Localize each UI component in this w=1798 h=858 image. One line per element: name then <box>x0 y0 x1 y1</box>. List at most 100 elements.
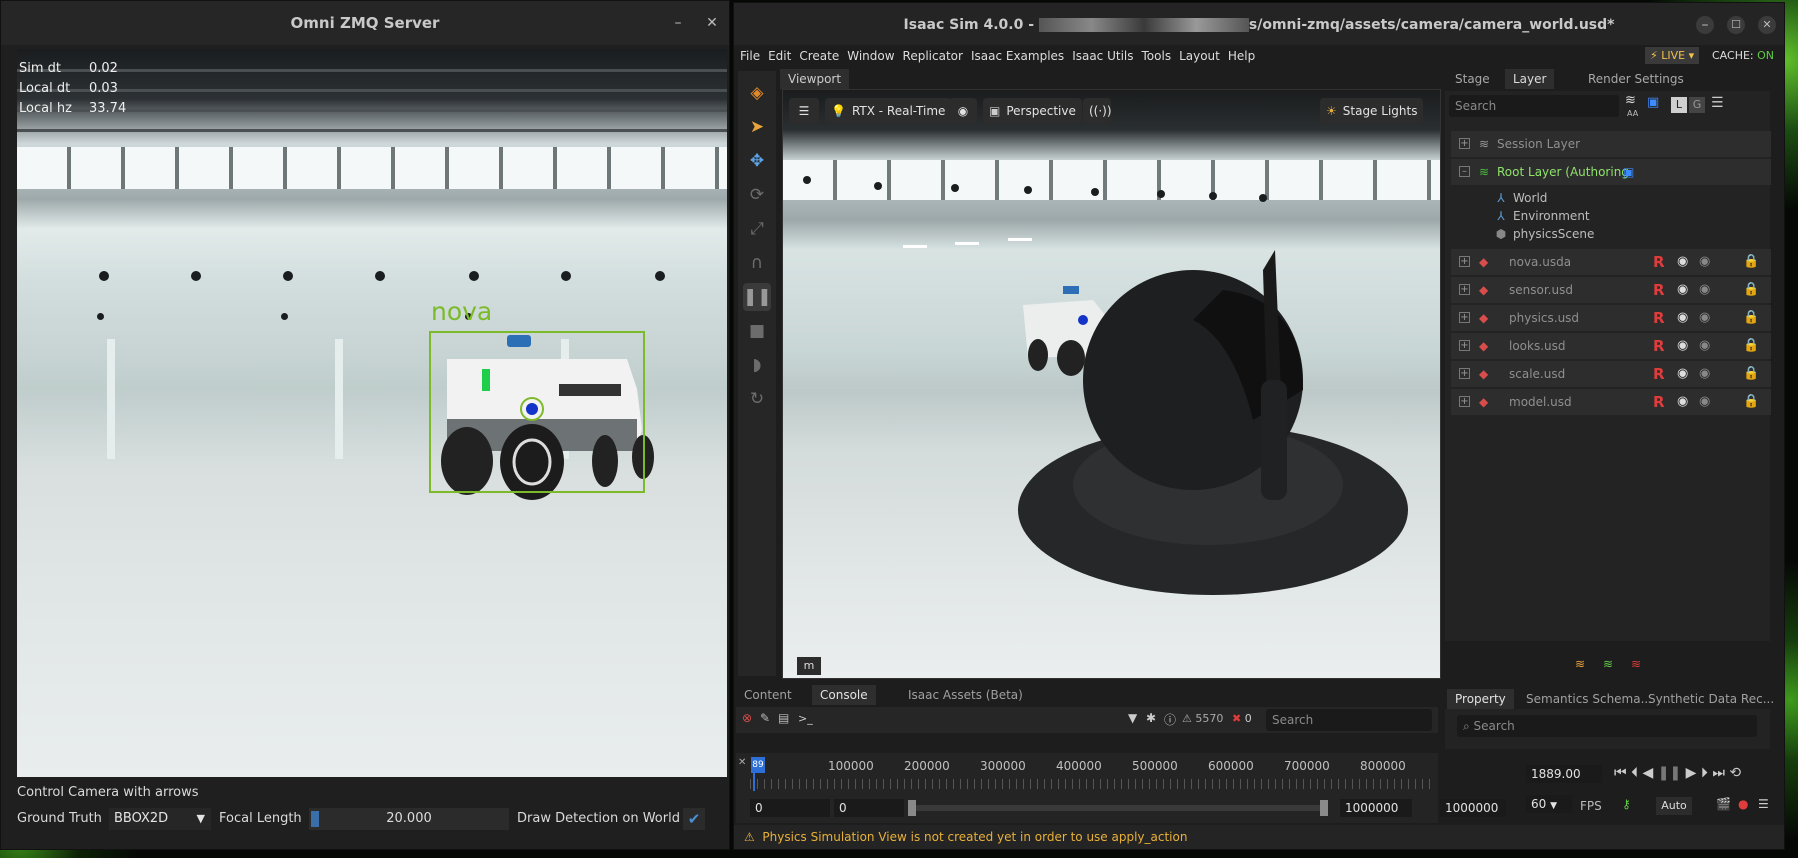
sublayer-row[interactable]: + ◆ model.usd R ◉ ◉ 🔒 <box>1451 389 1771 415</box>
next-frame-icon[interactable]: ▶ <box>1686 765 1697 781</box>
prev-frame-icon[interactable]: ◀ <box>1643 765 1654 781</box>
menu-file[interactable]: File <box>740 49 760 63</box>
eye-icon[interactable]: ◉ <box>1677 249 1688 275</box>
stop-icon[interactable]: ■ <box>743 317 771 345</box>
close-icon[interactable]: ✕ <box>738 757 746 768</box>
record-icon[interactable]: ● <box>1738 797 1748 811</box>
menu-layout[interactable]: Layout <box>1179 49 1220 63</box>
sublayer-row[interactable]: + ◆ physics.usd R ◉ ◉ 🔒 <box>1451 305 1771 331</box>
save-icon[interactable]: ▣ <box>1623 159 1634 185</box>
range-slider[interactable] <box>908 800 1328 816</box>
visibility-button[interactable]: ◉ <box>949 98 977 124</box>
lock-icon[interactable]: 🔒 <box>1743 389 1759 415</box>
auto-button[interactable]: Auto <box>1656 797 1692 815</box>
tab-isaac-assets[interactable]: Isaac Assets (Beta) <box>900 685 1031 705</box>
lock-icon[interactable]: 🔒 <box>1743 361 1759 387</box>
prev-key-icon[interactable]: ⏴ <box>1631 765 1638 781</box>
tab-viewport[interactable]: Viewport <box>780 69 850 89</box>
remove-layer-icon[interactable]: ≋ <box>1631 657 1641 671</box>
menu-isaac-utils[interactable]: Isaac Utils <box>1072 49 1133 63</box>
eye-icon[interactable]: ◉ <box>1699 277 1710 303</box>
menu-window[interactable]: Window <box>847 49 894 63</box>
first-frame-icon[interactable]: ⏮ <box>1614 765 1627 781</box>
eye-icon[interactable]: ◉ <box>1699 333 1710 359</box>
folder-icon[interactable]: ▤ <box>778 711 789 725</box>
create-layer-icon[interactable]: ≋ <box>1603 657 1613 671</box>
camera-feed[interactable]: nova <box>17 49 727 777</box>
range-start-inner-input[interactable]: 0 <box>834 799 904 817</box>
sublayer-row[interactable]: + ◆ sensor.usd R ◉ ◉ 🔒 <box>1451 277 1771 303</box>
console-search-input[interactable]: Search <box>1266 709 1432 731</box>
audio-icon[interactable]: ◗ <box>743 351 771 379</box>
filter-icon[interactable]: ▼ <box>1128 711 1137 725</box>
render-mode-button[interactable]: 💡 RTX - Real-Time <box>825 98 952 124</box>
pause-icon[interactable]: ❚❚ <box>743 283 772 311</box>
lock-icon[interactable]: 🔒 <box>1743 305 1759 331</box>
tree-item-environment[interactable]: ⅄ Environment <box>1493 207 1589 225</box>
eye-icon[interactable]: ◉ <box>1677 277 1688 303</box>
current-time-input[interactable]: 1889.00 <box>1526 765 1602 783</box>
minimize-button[interactable]: – <box>1696 16 1714 34</box>
camera-button[interactable]: ▣ Perspective <box>983 98 1082 124</box>
ground-truth-select[interactable]: BBOX2D ▼ <box>109 808 211 830</box>
key-icon[interactable]: ⚷ <box>1622 797 1631 811</box>
timeline-playhead[interactable]: 89 <box>751 757 765 773</box>
asterisk-icon[interactable]: ✱ <box>1146 711 1156 725</box>
sublayer-row[interactable]: + ◆ looks.usd R ◉ ◉ 🔒 <box>1451 333 1771 359</box>
clear-icon[interactable]: ⊗ <box>742 711 752 725</box>
tab-layer[interactable]: Layer <box>1505 69 1555 89</box>
draw-detection-checkbox[interactable]: ✔ <box>683 808 705 830</box>
lock-icon[interactable]: 🔒 <box>1743 333 1759 359</box>
move-icon[interactable]: ✥ <box>743 147 771 175</box>
lock-icon[interactable]: 🔒 <box>1743 249 1759 275</box>
menu-help[interactable]: Help <box>1228 49 1255 63</box>
menu-edit[interactable]: Edit <box>768 49 791 63</box>
sublayer-row[interactable]: + ◆ nova.usda R ◉ ◉ 🔒 <box>1451 249 1771 275</box>
scale-icon[interactable]: ⤢ <box>743 215 771 243</box>
l-toggle[interactable]: L <box>1671 97 1687 113</box>
focal-length-slider[interactable]: 20.000 <box>309 808 509 830</box>
g-toggle[interactable]: G <box>1689 97 1705 113</box>
eye-icon[interactable]: ◉ <box>1699 249 1710 275</box>
info-icon[interactable]: ⓘ <box>1164 711 1176 728</box>
menu-icon[interactable]: ☰ <box>1711 95 1724 111</box>
snap-icon[interactable]: ∩ <box>743 249 771 277</box>
maximize-button[interactable]: ☐ <box>1727 16 1745 34</box>
tab-synthetic-data[interactable]: Synthetic Data Rec... <box>1640 689 1782 709</box>
tab-content[interactable]: Content <box>736 685 800 705</box>
layer-search-input[interactable]: Search <box>1449 95 1619 117</box>
warning-count[interactable]: ⚠ 5570 <box>1182 712 1223 725</box>
stage-lights-button[interactable]: ☀ Stage Lights <box>1320 98 1424 124</box>
range-end-input[interactable]: 1000000 <box>1440 799 1506 817</box>
eye-icon[interactable]: ◉ <box>1677 389 1688 415</box>
tab-render-settings[interactable]: Render Settings <box>1580 69 1692 89</box>
range-start-input[interactable]: 0 <box>750 799 830 817</box>
save-icon[interactable]: ▣ <box>1647 95 1659 110</box>
timeline-ruler[interactable] <box>750 779 1436 789</box>
error-count[interactable]: ✖ 0 <box>1232 712 1252 725</box>
eye-icon[interactable]: ◉ <box>1699 361 1710 387</box>
property-search-input[interactable]: ⌕ Search <box>1457 715 1757 737</box>
eye-icon[interactable]: ◉ <box>1677 333 1688 359</box>
tab-semantics-schema[interactable]: Semantics Schema... <box>1518 689 1660 709</box>
minimize-button[interactable]: – <box>669 14 687 32</box>
session-layer-row[interactable]: + ≋ Session Layer <box>1451 131 1771 157</box>
tab-property[interactable]: Property <box>1447 689 1514 709</box>
close-button[interactable]: ✕ <box>1758 16 1776 34</box>
menu-replicator[interactable]: Replicator <box>903 49 963 63</box>
tab-console[interactable]: Console <box>812 685 876 705</box>
select-mode-icon[interactable]: ◈ <box>743 79 771 107</box>
menu-create[interactable]: Create <box>799 49 839 63</box>
insert-layer-icon[interactable]: ≋ <box>1575 657 1585 671</box>
timeline[interactable]: ✕ 100000 200000 300000 400000 500000 600000 70… <box>736 753 1438 823</box>
layers-icon[interactable]: ≋ <box>1625 93 1636 108</box>
slider-handle[interactable] <box>311 811 319 827</box>
close-button[interactable]: ✕ <box>703 14 721 32</box>
eye-icon[interactable]: ◉ <box>1677 361 1688 387</box>
root-layer-row[interactable]: – ≋ Root Layer (Authoring ▣ <box>1451 159 1771 185</box>
viewport[interactable]: ☰ 💡 RTX - Real-Time ◉ ▣ Perspective ((·)) … <box>782 89 1441 679</box>
loop-icon[interactable]: ⟲ <box>1729 765 1741 781</box>
timeline-menu-icon[interactable]: ☰ <box>1758 797 1769 811</box>
select-arrow-icon[interactable]: ➤ <box>743 113 771 141</box>
live-button[interactable]: ⚡ LIVE ▾ <box>1645 47 1700 64</box>
